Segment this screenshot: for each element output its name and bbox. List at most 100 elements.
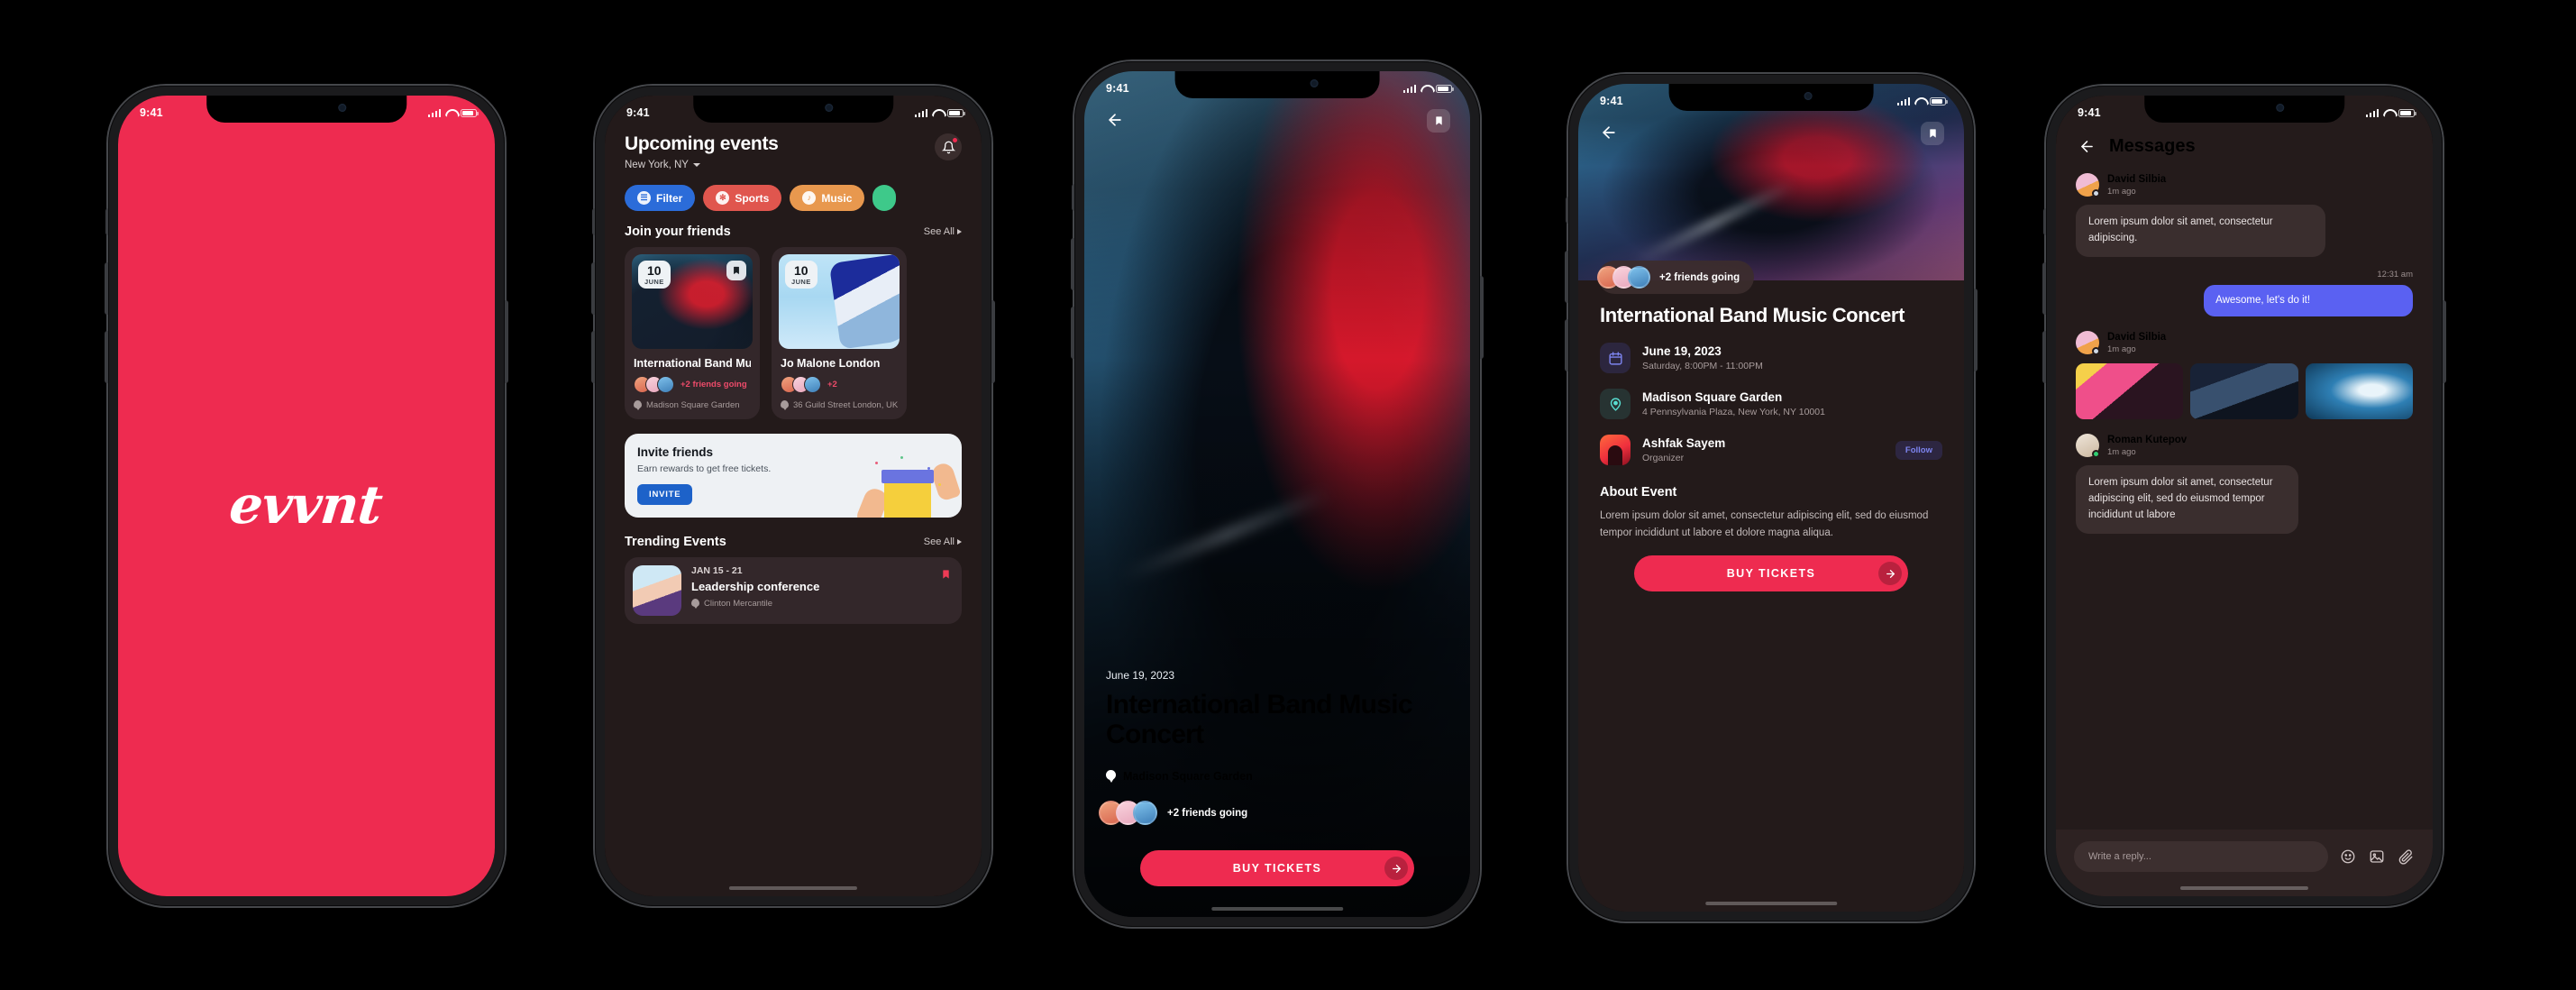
hero-content: June 19, 2023 International Band Music C… [1084, 669, 1470, 917]
bookmark-button[interactable] [941, 568, 951, 585]
venue-label: Clinton Mercantile [704, 599, 773, 610]
friends-count: +2 friends going [681, 380, 747, 390]
detail-subvalue: Saturday, 8:00PM - 11:00PM [1642, 361, 1763, 372]
home-indicator [728, 886, 858, 890]
friends-count: +2 friends going [1659, 271, 1740, 283]
bookmark-button[interactable] [1427, 109, 1450, 133]
arrow-right-icon [1878, 562, 1902, 586]
front-camera-icon [2276, 104, 2285, 112]
event-thumbnail: 10 JUNE [632, 254, 753, 349]
attachment-icon[interactable] [2397, 848, 2415, 866]
notch [1668, 84, 1874, 111]
front-camera-icon [1804, 92, 1813, 100]
chip-filter[interactable]: ☰ Filter [625, 185, 696, 211]
message-bubble: Lorem ipsum dolor sit amet, consectetur … [2076, 205, 2325, 257]
calendar-icon [1600, 343, 1631, 374]
detail-row-location: Madison Square Garden 4 Pennsylvania Pla… [1600, 389, 1942, 420]
avatar [2076, 434, 2100, 459]
back-button[interactable] [1598, 122, 1620, 143]
buy-tickets-button[interactable]: BUY TICKETS [1140, 850, 1414, 886]
organizer-name: Ashfak Sayem [1642, 436, 1726, 451]
invite-button[interactable]: INVITE [637, 484, 693, 506]
back-button[interactable] [1104, 109, 1126, 131]
detail-value: Madison Square Garden [1642, 390, 1783, 405]
sender-time: 1m ago [2107, 186, 2136, 197]
chip-more[interactable] [872, 185, 897, 211]
status-time: 9:41 [1600, 95, 1623, 107]
notch [2144, 96, 2344, 123]
message-list[interactable]: David Silbia 1m ago Lorem ipsum dolor si… [2056, 157, 2433, 534]
messages-app: Messages David Silbia 1m ago Lorem ipsum… [2056, 96, 2433, 896]
arrow-left-icon [2080, 140, 2093, 152]
cellular-bars-icon [2365, 108, 2379, 117]
buy-tickets-label: BUY TICKETS [1726, 567, 1816, 581]
notification-badge [952, 137, 958, 143]
event-title: International Band Music Concert [1106, 689, 1413, 750]
chevron-right-icon [957, 229, 962, 234]
event-venue: 36 Guild Street London, UK [781, 400, 898, 410]
status-time: 9:41 [2078, 106, 2101, 119]
event-details-app: International Band Music Concert June 19… [1578, 84, 1964, 912]
sender-time: 1m ago [2107, 344, 2136, 354]
back-button[interactable] [2076, 135, 2097, 157]
friends-going-pill[interactable]: +2 friends going [1597, 261, 1755, 294]
sender-name: Roman Kutepov [2107, 434, 2188, 445]
phone-upcoming-events: Upcoming events New York, NY ☰ Filter ✻ … [591, 86, 995, 906]
basketball-icon: ✻ [716, 191, 730, 205]
friends-count: +2 friends going [1167, 807, 1248, 819]
date-month: JUNE [644, 278, 664, 286]
bookmark-button[interactable] [1921, 122, 1944, 145]
cellular-bars-icon [1402, 84, 1416, 93]
details-content: International Band Music Concert June 19… [1578, 280, 1964, 912]
event-thumbnail: 10 JUNE [779, 254, 900, 349]
see-all-link[interactable]: See All [924, 226, 962, 237]
bookmark-icon [734, 266, 739, 275]
gallery-image[interactable] [2305, 363, 2413, 420]
date-day: 10 [647, 263, 662, 278]
gallery-image[interactable] [2076, 363, 2184, 420]
avatar-stack [634, 376, 674, 393]
venue-label: Madison Square Garden [646, 400, 740, 410]
page-title: Messages [2109, 135, 2196, 156]
event-card[interactable]: 10 JUNE International Band Mu... +2 frie… [625, 247, 760, 419]
avatar-stack [1099, 801, 1157, 825]
reply-input[interactable]: Write a reply... [2074, 841, 2328, 872]
see-all-label: See All [923, 226, 955, 237]
details-toolbar [1578, 122, 1964, 145]
category-chips: ☰ Filter ✻ Sports ♪ Music [605, 170, 982, 211]
screen-event-details: International Band Music Concert June 19… [1578, 84, 1964, 912]
trending-event-card[interactable]: JAN 15 - 21 Leadership conference Clinto… [625, 557, 962, 625]
event-card[interactable]: 10 JUNE Jo Malone London +2 36 Guild Str… [772, 247, 907, 419]
message-image-gallery[interactable] [2076, 363, 2413, 420]
image-icon[interactable] [2368, 848, 2386, 866]
arrow-right-icon [1384, 857, 1408, 880]
section-header-trending: Trending Events See All [605, 521, 982, 557]
event-venue: Madison Square Garden [634, 400, 751, 410]
gift-illustration [854, 453, 962, 518]
home-indicator [1705, 902, 1837, 905]
emoji-icon[interactable] [2339, 848, 2357, 866]
chip-sports[interactable]: ✻ Sports [703, 185, 782, 211]
notch [1174, 71, 1380, 98]
avatar [2076, 173, 2100, 197]
sender-name: David Silbia [2107, 173, 2167, 185]
cellular-bars-icon [1896, 96, 1910, 105]
bookmark-icon [1929, 129, 1936, 138]
sender-name: David Silbia [2107, 331, 2167, 343]
avatar [2076, 331, 2100, 356]
notifications-button[interactable] [935, 133, 962, 160]
cellular-bars-icon [914, 108, 927, 117]
bookmark-button[interactable] [726, 261, 746, 280]
location-selector[interactable]: New York, NY [625, 160, 779, 170]
buy-tickets-button[interactable]: BUY TICKETS [1634, 555, 1908, 592]
see-all-link[interactable]: See All [924, 536, 962, 547]
event-card-list[interactable]: 10 JUNE International Band Mu... +2 frie… [605, 247, 982, 419]
friends-going: +2 [781, 376, 898, 393]
follow-button[interactable]: Follow [1895, 440, 1942, 460]
status-time: 9:41 [1106, 82, 1129, 95]
phone-splash: evvnt 9:41 [105, 86, 508, 906]
trending-date: JAN 15 - 21 [691, 565, 743, 577]
detail-value: June 19, 2023 [1642, 344, 1722, 359]
gallery-image[interactable] [2190, 363, 2298, 420]
chip-music[interactable]: ♪ Music [790, 185, 865, 211]
